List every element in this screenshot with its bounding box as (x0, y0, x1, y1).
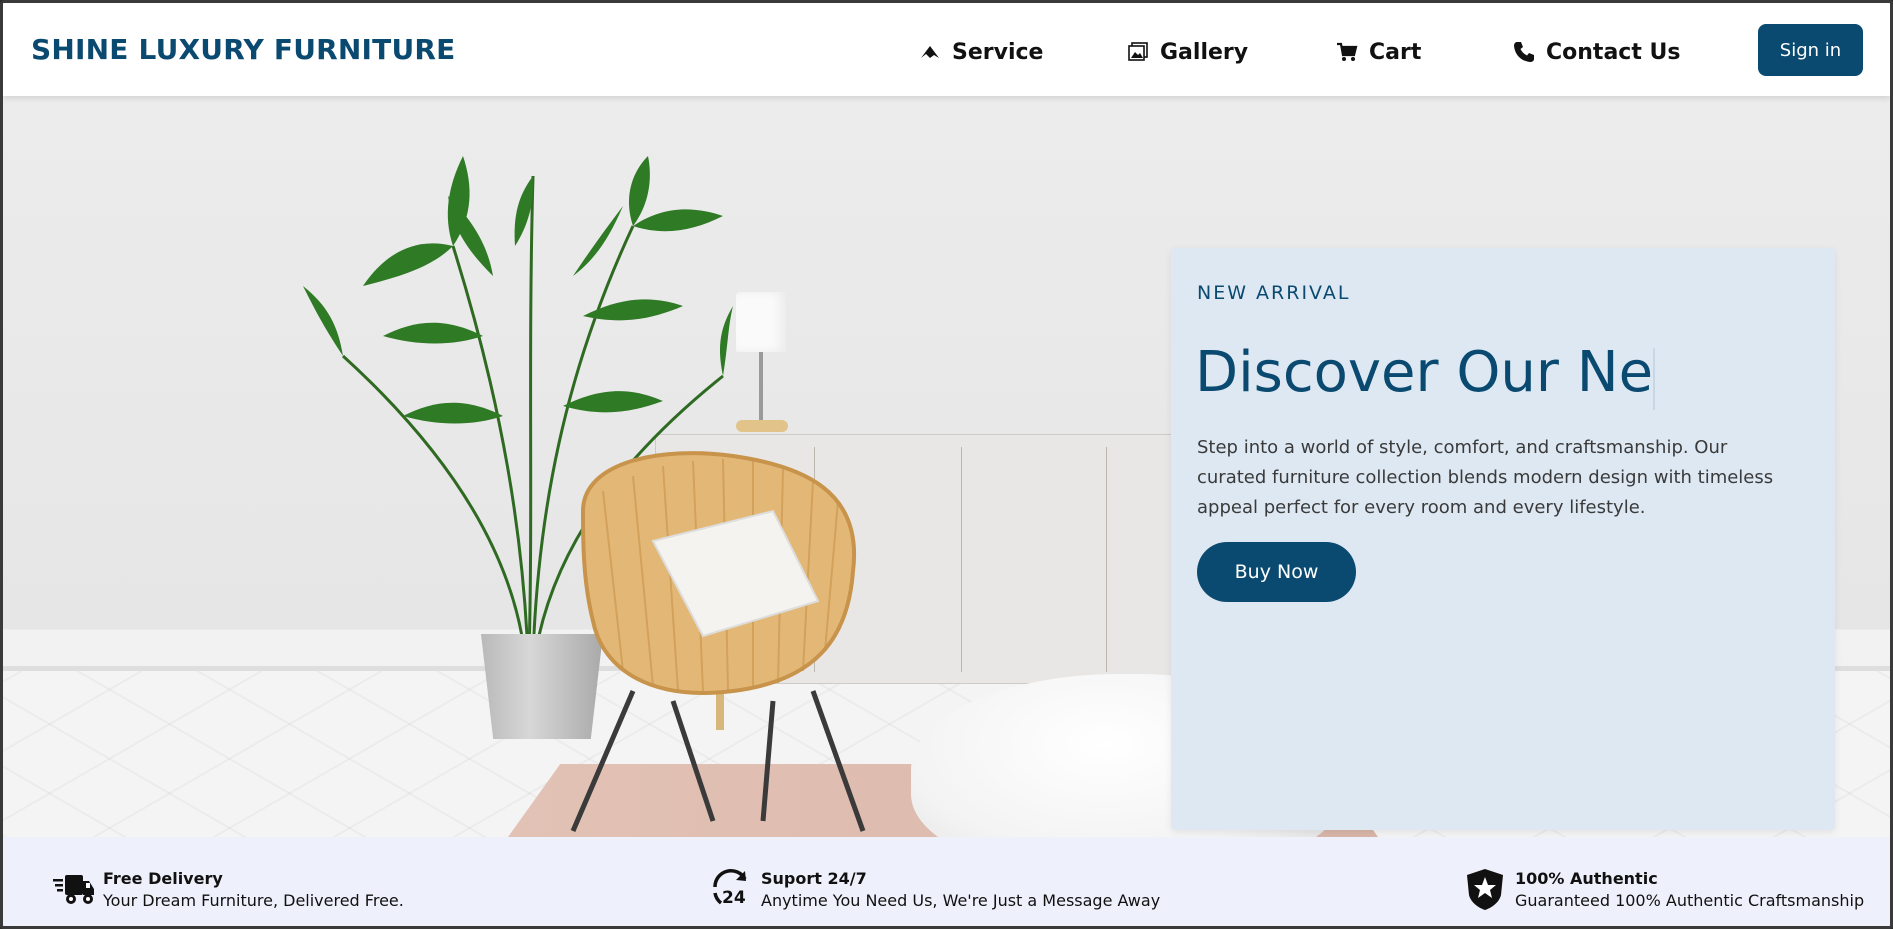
feature-free-delivery: Free Delivery Your Dream Furniture, Deli… (51, 867, 404, 911)
feature-authentic: 100% Authentic Guaranteed 100% Authentic… (1463, 867, 1864, 911)
support-24-icon: 24 (713, 869, 747, 908)
authentic-badge-icon (1467, 869, 1503, 910)
hero-lamp-base (736, 420, 788, 432)
sign-in-button[interactable]: Sign in (1758, 24, 1863, 76)
hero-lamp-stem (759, 352, 763, 422)
hero-chair-image (570, 451, 866, 832)
nav-service[interactable]: Service (918, 38, 1043, 66)
feature-title: Free Delivery (103, 868, 223, 888)
hero-description: Step into a world of style, comfort, and… (1197, 437, 1774, 518)
nav-cart[interactable]: Cart (1335, 38, 1421, 66)
typing-caret (1653, 348, 1655, 410)
features-bar: Free Delivery Your Dream Furniture, Deli… (3, 837, 1890, 926)
nav-gallery[interactable]: Gallery (1126, 38, 1248, 66)
delivery-truck-icon (53, 875, 94, 904)
brand-logo-text[interactable]: SHINE LUXURY FURNITURE (31, 33, 455, 66)
cart-icon (1337, 42, 1358, 61)
hero-lamp-image (736, 292, 786, 352)
nav-contact-label: Contact Us (1546, 39, 1681, 65)
feature-subtitle: Guaranteed 100% Authentic Craftsmanship (1515, 890, 1865, 910)
svg-text:24: 24 (722, 888, 746, 908)
buy-now-button[interactable]: Buy Now (1197, 542, 1356, 602)
nav-contact[interactable]: Contact Us (1512, 38, 1680, 66)
feature-support: 24 Suport 24/7 Anytime You Need Us, We'r… (709, 867, 1160, 911)
nav-gallery-label: Gallery (1160, 39, 1249, 65)
hero-card: NEW ARRIVAL Discover Our Ne Step into a … (1171, 248, 1835, 830)
browser-frame: SHINE LUXURY FURNITURE Service Gallery C (0, 0, 1893, 929)
nav-service-label: Service (952, 39, 1044, 65)
feature-title: Suport 24/7 (761, 868, 867, 888)
hero-section: NEW ARRIVAL Discover Our Ne Step into a … (3, 96, 1890, 837)
service-icon (921, 46, 939, 58)
feature-subtitle: Anytime You Need Us, We're Just a Messag… (761, 890, 1161, 910)
feature-subtitle: Your Dream Furniture, Delivered Free. (103, 890, 404, 910)
hero-headline: Discover Our Ne (1195, 340, 1654, 405)
site-header: SHINE LUXURY FURNITURE Service Gallery C (3, 3, 1890, 96)
nav-cart-label: Cart (1369, 39, 1422, 65)
gallery-icon (1128, 42, 1148, 61)
hero-eyebrow: NEW ARRIVAL (1197, 282, 1351, 304)
phone-icon (1514, 42, 1534, 62)
feature-title: 100% Authentic (1515, 868, 1658, 888)
